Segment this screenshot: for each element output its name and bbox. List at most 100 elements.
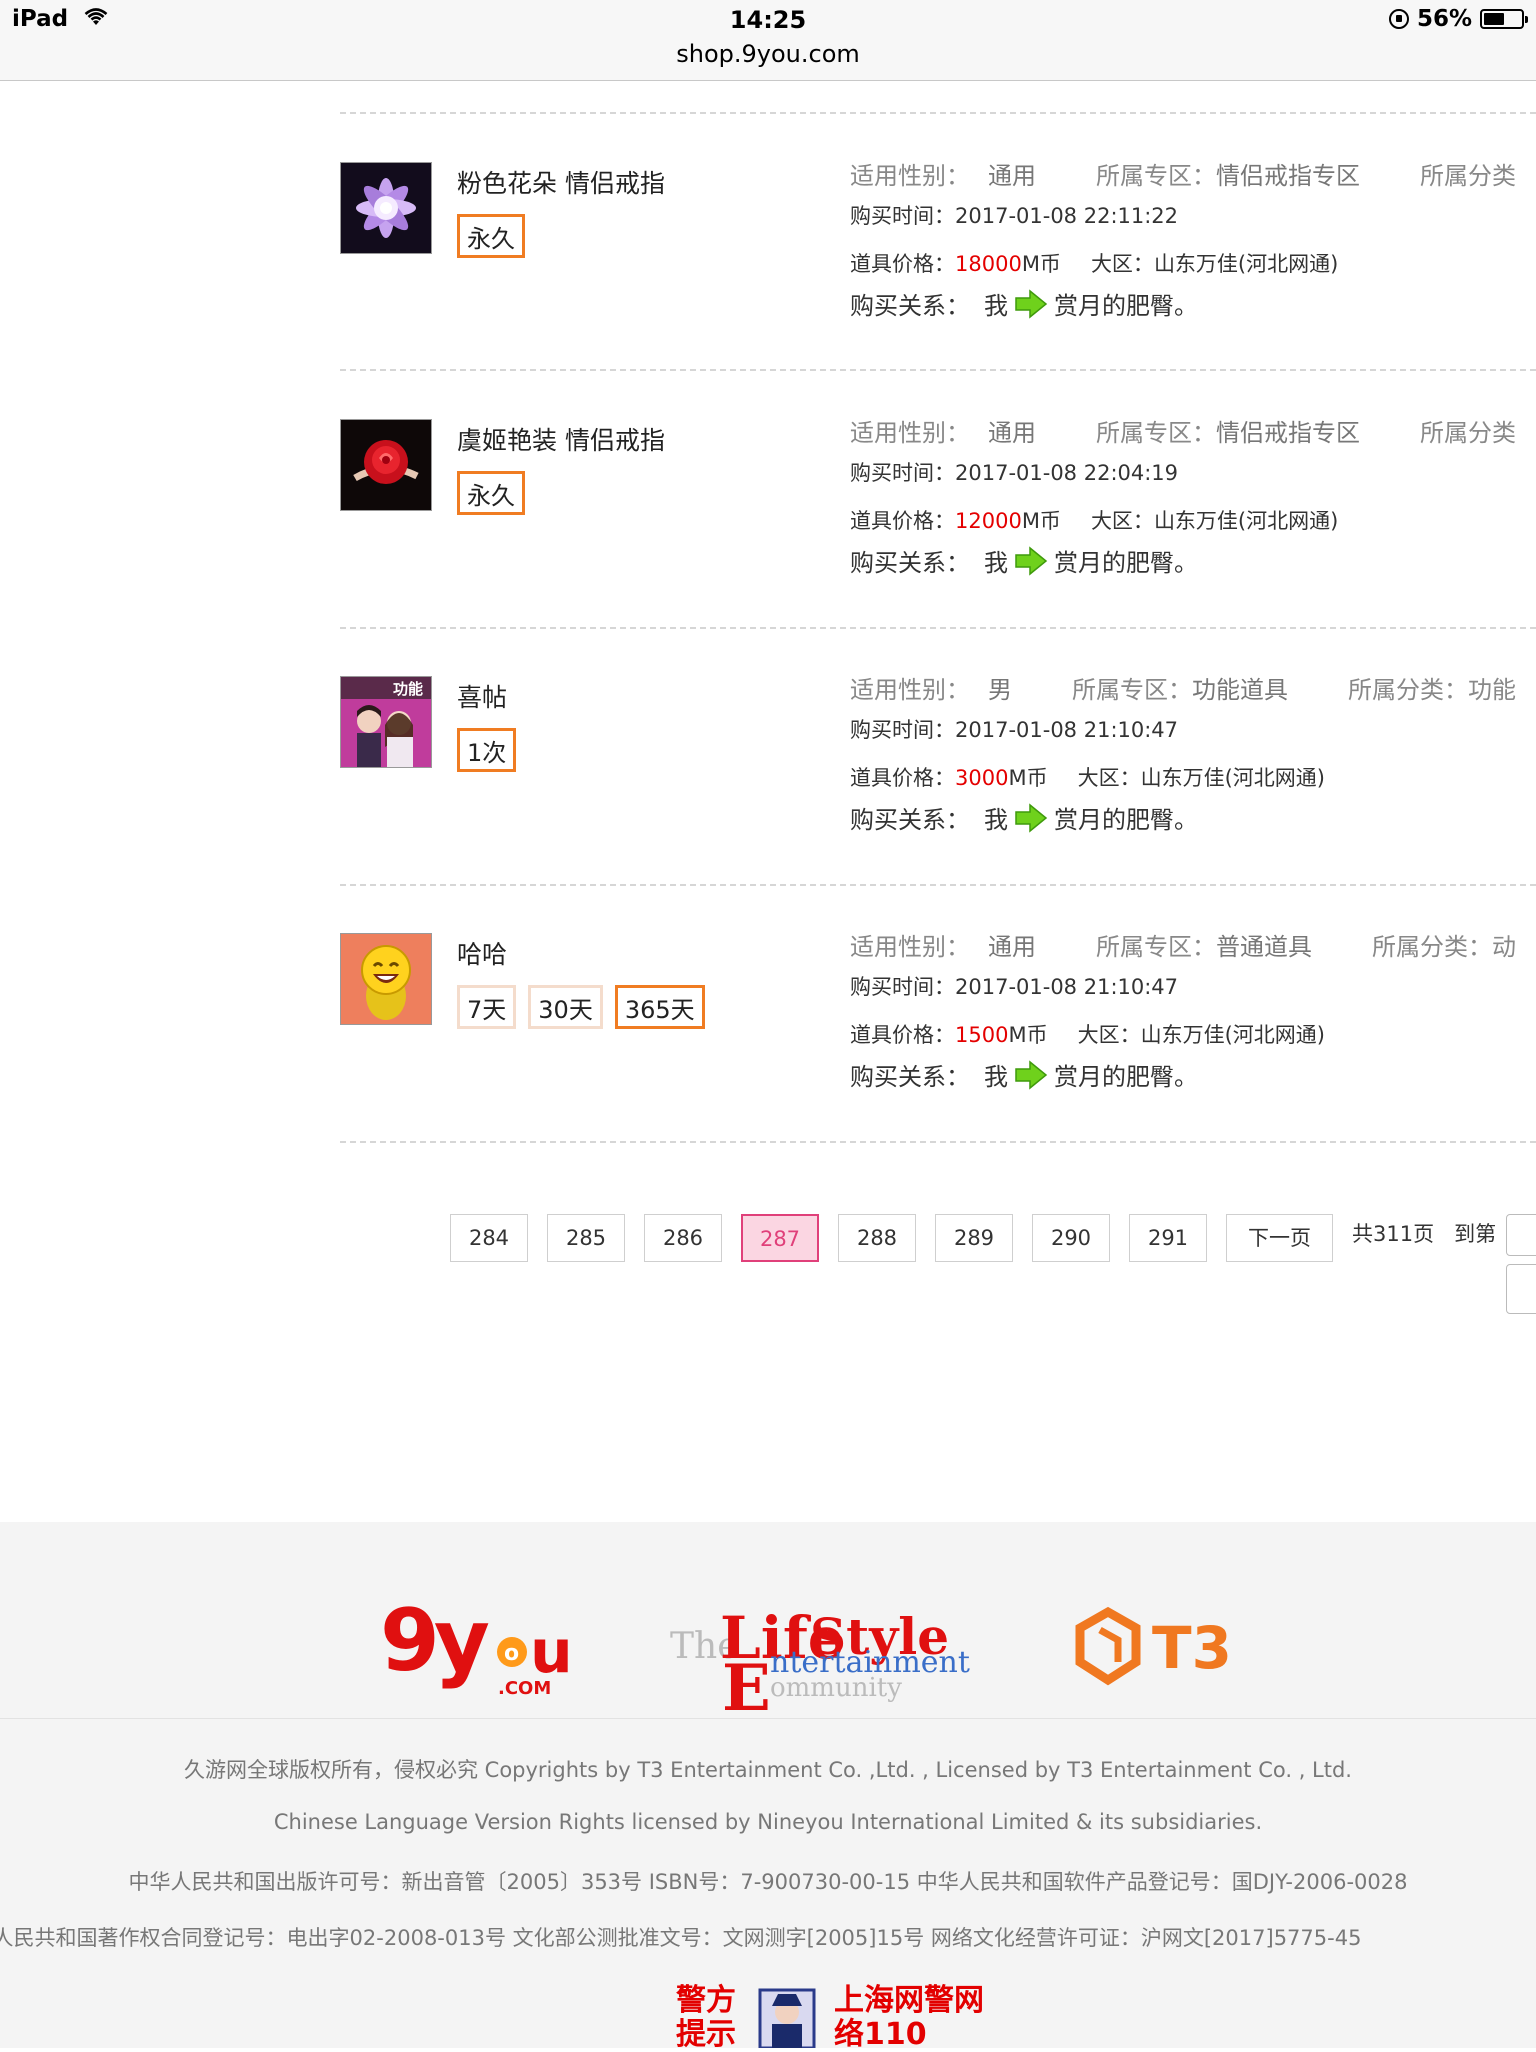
- price-label: 道具价格：: [850, 252, 955, 276]
- item-name[interactable]: 喜帖: [457, 678, 507, 714]
- wedding-invitation-icon[interactable]: 功能: [340, 676, 432, 768]
- zone-label: 所属专区：: [1096, 162, 1216, 190]
- lec-community: ommunity: [770, 1673, 902, 1703]
- relation-row: 购买关系： 我 赏月的肥臀。: [850, 1057, 1198, 1096]
- page-button[interactable]: 291: [1129, 1214, 1207, 1262]
- duration-options: 7天 30天 365天: [457, 985, 705, 1029]
- item-attributes: 适用性别： 男 所属专区：功能道具 所属分类：功能: [850, 670, 1516, 705]
- item-divider: [340, 1141, 1536, 1143]
- site-footer: 9y o u .COM The Life Style E ntertainmen…: [0, 1522, 1536, 2052]
- region-value: 山东万佳(河北网通): [1153, 509, 1339, 533]
- gender-label: 适用性别：: [850, 933, 970, 961]
- next-page-button[interactable]: 下一页: [1226, 1214, 1333, 1262]
- zone-value: 情侣戒指专区: [1216, 162, 1360, 190]
- gender-value: 通用: [988, 419, 1036, 447]
- purchase-item: 功能 喜帖 1次 适用性别： 男 所属专区：功能道具 所属分类：功能 购买时间：201…: [0, 620, 1536, 877]
- recipient: 赏月的肥臀。: [1054, 292, 1198, 320]
- nineyou-logo-u: u: [530, 1617, 573, 1687]
- price-value: 1500: [955, 1023, 1009, 1047]
- buyer: 我: [984, 292, 1008, 320]
- relation-row: 购买关系： 我 赏月的肥臀。: [850, 543, 1198, 582]
- relation-label: 购买关系：: [850, 549, 970, 577]
- svg-text:E: E: [722, 1651, 771, 1712]
- item-attributes: 适用性别： 通用 所属专区：情侣戒指专区 所属分类: [850, 413, 1516, 448]
- price-label: 道具价格：: [850, 766, 955, 790]
- buyer: 我: [984, 549, 1008, 577]
- item-name[interactable]: 虞姬艳装 情侣戒指: [457, 421, 665, 457]
- lifestyle-entertainment-community-logo[interactable]: The Life Style E ntertainment ommunity: [670, 1592, 990, 1726]
- region-label: 大区：: [1090, 252, 1154, 276]
- police-notice-badge[interactable]: 警方提示 上海网警网络110: [676, 1984, 984, 2052]
- duration-option[interactable]: 永久: [457, 471, 525, 515]
- partner-logos: 9y o u .COM The Life Style E ntertainmen…: [0, 1522, 1536, 1726]
- recipient: 赏月的肥臀。: [1054, 806, 1198, 834]
- recipient: 赏月的肥臀。: [1054, 1063, 1198, 1091]
- currency-label: M币: [1008, 1023, 1048, 1047]
- purchase-time-row: 购买时间：2017-01-08 21:10:47: [850, 714, 1178, 744]
- price-row: 道具价格：1500M币 大区：山东万佳(河北网通): [850, 1019, 1325, 1049]
- item-name[interactable]: 粉色花朵 情侣戒指: [457, 164, 665, 200]
- red-rose-ring-icon[interactable]: [340, 419, 432, 511]
- duration-option[interactable]: 365天: [614, 985, 705, 1029]
- category-label: 所属分类：动: [1372, 933, 1516, 961]
- laughing-emoji-icon[interactable]: [340, 933, 432, 1025]
- goto-page-button[interactable]: [1506, 1264, 1536, 1314]
- region-label: 大区：: [1077, 766, 1141, 790]
- battery-level-fill: [1484, 13, 1504, 25]
- purchase-time-value: 2017-01-08 21:10:47: [955, 975, 1179, 999]
- duration-option[interactable]: 30天: [528, 985, 603, 1029]
- purchase-item: 哈哈 7天 30天 365天 适用性别： 通用 所属专区：普通道具 所属分类：动 购买…: [0, 877, 1536, 1134]
- gender-label: 适用性别：: [850, 162, 970, 190]
- t3-logo-text: T3: [1152, 1614, 1232, 1682]
- duration-options: 1次: [457, 728, 517, 772]
- page-button[interactable]: 284: [450, 1214, 528, 1262]
- police-officer-icon: [758, 1988, 816, 2048]
- page-button[interactable]: 290: [1032, 1214, 1110, 1262]
- zone-value: 功能道具: [1192, 676, 1288, 704]
- nineyou-logo-com: .COM: [498, 1678, 551, 1699]
- duration-option[interactable]: 永久: [457, 214, 525, 258]
- address-bar-url[interactable]: shop.9you.com: [0, 40, 1536, 68]
- purchase-time-label: 购买时间：: [850, 461, 955, 485]
- page-button[interactable]: 285: [547, 1214, 625, 1262]
- purchase-time-row: 购买时间：2017-01-08 21:10:47: [850, 971, 1178, 1001]
- relation-row: 购买关系： 我 赏月的肥臀。: [850, 800, 1198, 839]
- gender-label: 适用性别：: [850, 676, 970, 704]
- duration-options: 永久: [457, 471, 525, 515]
- current-page-button[interactable]: 287: [741, 1214, 819, 1262]
- purchase-item: 虞姬艳装 情侣戒指 永久 适用性别： 通用 所属专区：情侣戒指专区 所属分类 购买时间…: [0, 363, 1536, 620]
- t3-logo[interactable]: T3: [1070, 1600, 1270, 1704]
- purchase-time-row: 购买时间：2017-01-08 22:11:22: [850, 200, 1178, 230]
- purchase-item: 粉色花朵 情侣戒指 永久 适用性别： 通用 所属专区：情侣戒指专区 所属分类 购买时间…: [0, 106, 1536, 363]
- duration-option[interactable]: 1次: [457, 728, 517, 772]
- buyer: 我: [984, 1063, 1008, 1091]
- arrow-right-icon: [1014, 803, 1048, 839]
- buyer: 我: [984, 806, 1008, 834]
- recipient: 赏月的肥臀。: [1054, 549, 1198, 577]
- relation-row: 购买关系： 我 赏月的肥臀。: [850, 286, 1198, 325]
- page-button[interactable]: 288: [838, 1214, 916, 1262]
- duration-option[interactable]: 7天: [457, 985, 517, 1029]
- item-name[interactable]: 哈哈: [457, 935, 507, 971]
- shanghai-cyber-police-text: 上海网警网络110: [834, 1983, 984, 2052]
- nineyou-logo-o: o: [504, 1641, 519, 1666]
- goto-label: 到第: [1454, 1222, 1497, 1246]
- gender-value: 通用: [988, 162, 1036, 190]
- duration-options: 永久: [457, 214, 525, 258]
- gender-value: 男: [988, 676, 1012, 704]
- page-button[interactable]: 289: [935, 1214, 1013, 1262]
- purchase-time-row: 购买时间：2017-01-08 22:04:19: [850, 457, 1178, 487]
- zone-label: 所属专区：: [1072, 676, 1192, 704]
- item-attributes: 适用性别： 通用 所属专区：情侣戒指专区 所属分类: [850, 156, 1516, 191]
- purchase-time-label: 购买时间：: [850, 975, 955, 999]
- rotation-lock-icon: [1388, 9, 1409, 29]
- item-attributes: 适用性别： 通用 所属专区：普通道具 所属分类：动: [850, 927, 1516, 962]
- gender-label: 适用性别：: [850, 419, 970, 447]
- flower-ring-icon[interactable]: [340, 162, 432, 254]
- page-button[interactable]: 286: [644, 1214, 722, 1262]
- purchase-time-value: 2017-01-08 22:11:22: [955, 204, 1179, 228]
- 9you-logo[interactable]: 9y o u .COM: [380, 1591, 580, 1706]
- goto-page-input[interactable]: [1506, 1214, 1536, 1256]
- nineyou-logo-main: 9y: [380, 1592, 489, 1691]
- zone-label: 所属专区：: [1096, 419, 1216, 447]
